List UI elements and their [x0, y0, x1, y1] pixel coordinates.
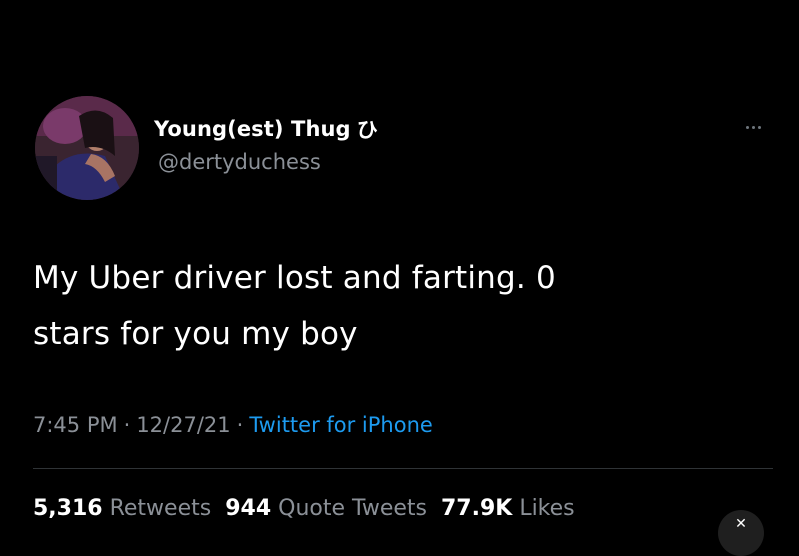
more-horizontal-icon-dot [751, 125, 755, 129]
tweet-source-link[interactable]: Twitter for iPhone [249, 413, 433, 437]
meta-separator: · [123, 413, 131, 437]
quote-tweets-stat[interactable]: 944 Quote Tweets [225, 496, 427, 521]
likes-count: 77.9K [440, 496, 513, 521]
retweets-label: Retweets [109, 496, 212, 521]
engagement-stats: 5,316 Retweets 944 Quote Tweets 77.9K Li… [33, 496, 575, 521]
name-symbol: ひ [356, 118, 378, 142]
more-horizontal-icon [745, 125, 749, 129]
tweet-card: Young(est) Thug ひ @dertyduchess My Uber … [0, 0, 799, 556]
avatar[interactable] [35, 96, 139, 200]
divider [33, 468, 773, 469]
close-icon[interactable]: ✕ [718, 510, 764, 556]
quote-tweets-label: Quote Tweets [278, 496, 427, 521]
retweets-stat[interactable]: 5,316 Retweets [33, 496, 211, 521]
more-horizontal-icon-dot [757, 125, 761, 129]
display-name[interactable]: Young(est) Thug [154, 117, 351, 141]
likes-stat[interactable]: 77.9K Likes [441, 496, 575, 521]
tweet-text-line: stars for you my boy [33, 316, 358, 352]
tweet-date[interactable]: 12/27/21 [136, 413, 230, 437]
more-options-button[interactable] [737, 117, 769, 137]
retweets-count: 5,316 [33, 496, 103, 521]
tweet-time[interactable]: 7:45 PM [33, 413, 118, 437]
tweet-text-line: My Uber driver lost and farting. 0 [33, 260, 556, 296]
tweet-text: My Uber driver lost and farting. 0 stars… [33, 250, 753, 362]
user-handle[interactable]: @dertyduchess [158, 150, 321, 174]
likes-label: Likes [519, 496, 575, 521]
author-name-row[interactable]: Young(est) Thug ひ [154, 114, 378, 144]
meta-separator: · [236, 413, 244, 437]
avatar-photo [35, 96, 139, 200]
tweet-meta: 7:45 PM · 12/27/21 · Twitter for iPhone [33, 413, 433, 437]
quote-tweets-count: 944 [225, 496, 272, 521]
